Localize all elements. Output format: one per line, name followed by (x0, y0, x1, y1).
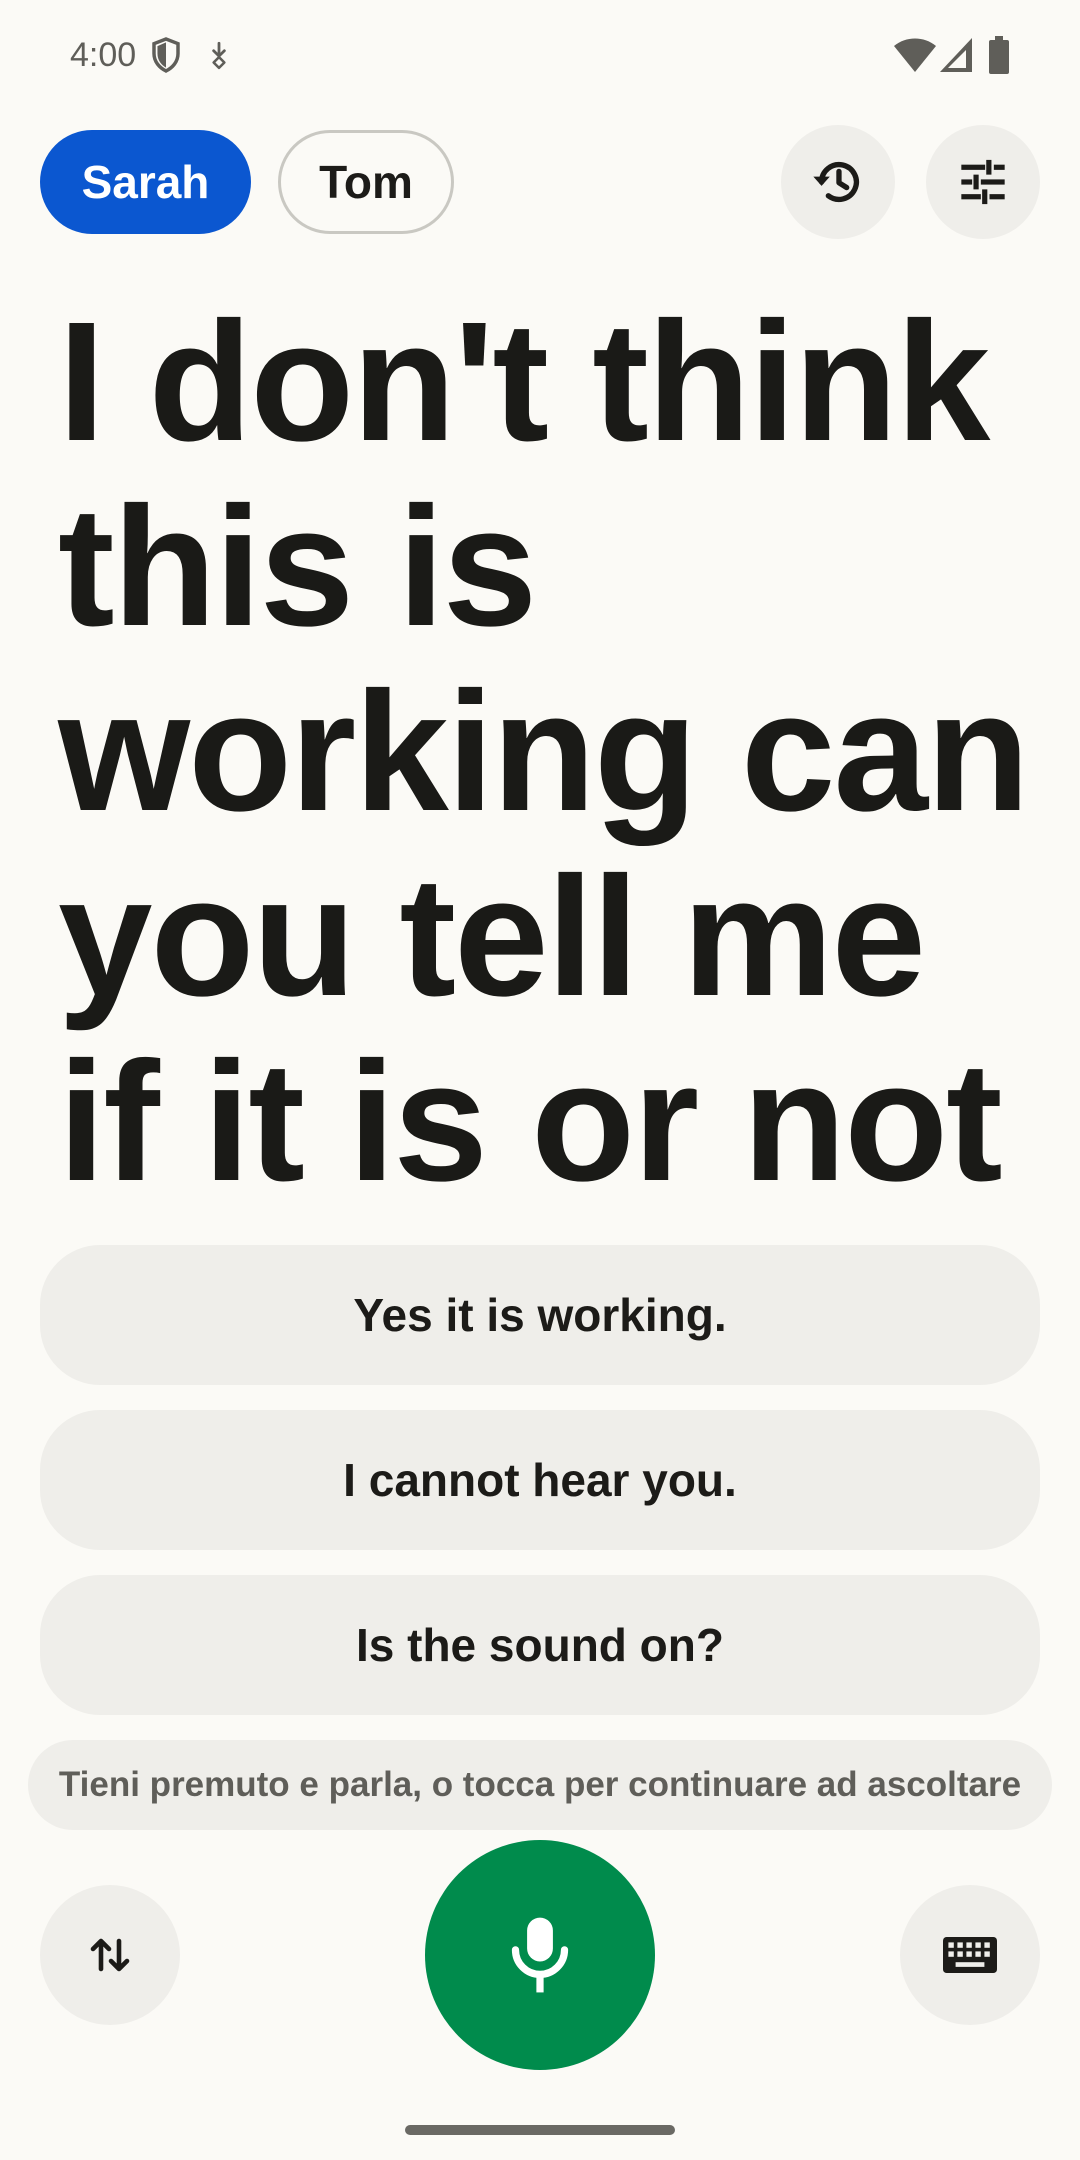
suggestion-reply[interactable]: Yes it is working. (40, 1245, 1040, 1385)
wifi-icon (894, 38, 936, 72)
keyboard-icon (943, 1937, 997, 1973)
microphone-button[interactable] (425, 1840, 655, 2070)
status-time: 4:00 (70, 36, 137, 74)
battery-icon (989, 36, 1009, 74)
history-icon (813, 161, 860, 203)
gesture-nav-handle[interactable] (405, 2125, 675, 2135)
shield-icon (152, 37, 180, 73)
swap-direction-button[interactable] (40, 1885, 180, 2025)
swap-vertical-icon (90, 1938, 130, 1972)
signal-icon (940, 38, 972, 72)
listening-hint: Tieni premuto e parla, o tocca per conti… (28, 1740, 1052, 1830)
suggestion-reply[interactable]: I cannot hear you. (40, 1410, 1040, 1550)
tune-icon (961, 159, 1005, 205)
status-bar: 4:00 (0, 0, 1080, 110)
settings-button[interactable] (926, 125, 1040, 239)
history-button[interactable] (781, 125, 895, 239)
microphone-icon (511, 1917, 569, 1993)
download-icon (212, 41, 226, 70)
keyboard-button[interactable] (900, 1885, 1040, 2025)
speaker-chip-sarah[interactable]: Sarah (40, 130, 251, 234)
screen: 4:00 Sarah Tom I don't think this is wor… (0, 0, 1080, 2160)
suggestion-reply[interactable]: Is the sound on? (40, 1575, 1040, 1715)
transcript-text: I don't think this is working can you te… (58, 287, 1030, 1217)
speaker-chip-tom[interactable]: Tom (278, 130, 454, 234)
